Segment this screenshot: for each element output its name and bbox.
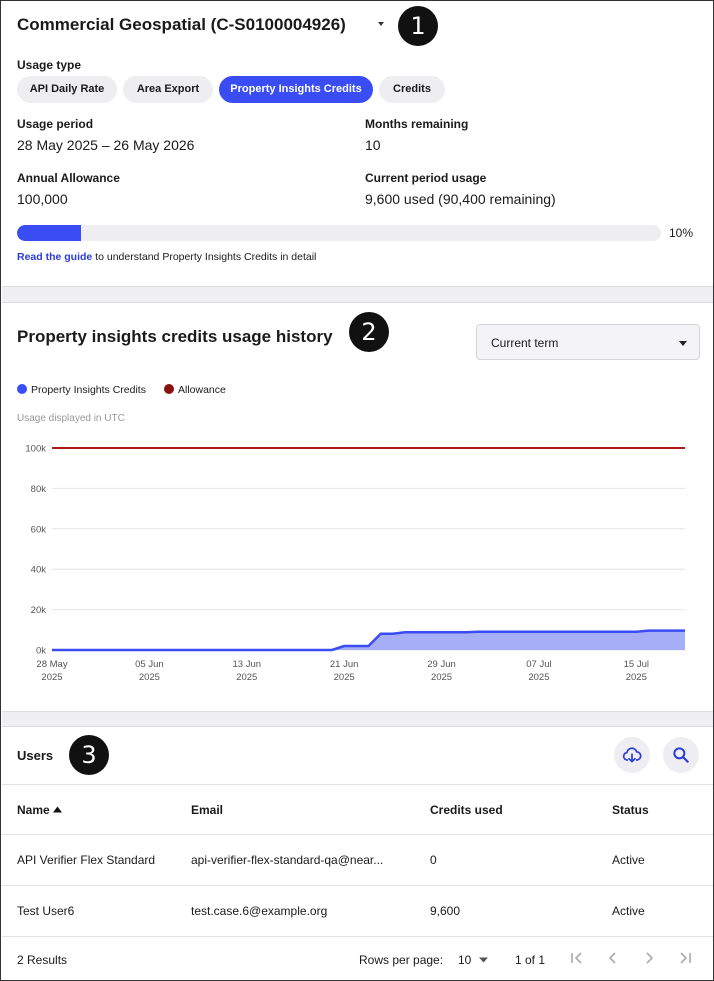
account-title[interactable]: Commercial Geospatial (C-S0100004926) xyxy=(17,15,346,35)
column-label-name: Name xyxy=(17,803,50,817)
term-select-value: Current term xyxy=(491,336,559,350)
legend-item-credits[interactable]: Property Insights Credits xyxy=(17,384,146,396)
users-table-header: Name Email Credits used Status xyxy=(2,784,713,835)
x-tick-label: 29 Jun xyxy=(427,659,456,670)
search-icon xyxy=(673,747,689,763)
x-tick-label: 13 Jun xyxy=(233,659,262,670)
user-name: API Verifier Flex Standard xyxy=(17,853,156,867)
legend-item-allowance[interactable]: Allowance xyxy=(164,384,226,396)
x-tick-label: 2025 xyxy=(528,672,549,683)
section-divider xyxy=(2,711,713,727)
usage-history-section: Property insights credits usage history … xyxy=(2,303,713,711)
usage-progress-bar xyxy=(17,225,661,241)
y-tick-label: 0k xyxy=(36,646,46,657)
search-button[interactable] xyxy=(663,737,699,773)
usage-progress-fill xyxy=(17,225,82,241)
term-select[interactable]: Current term xyxy=(476,324,700,360)
next-page-icon[interactable] xyxy=(642,951,656,965)
legend-dot-credits xyxy=(17,384,27,394)
x-tick-label: 2025 xyxy=(626,672,647,683)
guide-text: Read the guide to understand Property In… xyxy=(17,251,316,263)
step-badge-1: 1 xyxy=(398,6,438,46)
step-badge-2: 2 xyxy=(349,312,389,352)
usage-summary-section: Commercial Geospatial (C-S0100004926) 1 … xyxy=(2,2,713,286)
x-tick-label: 05 Jun xyxy=(135,659,164,670)
usage-progress-percent: 10% xyxy=(669,226,694,240)
chip-credits[interactable]: Credits xyxy=(379,76,445,103)
y-tick-label: 100k xyxy=(25,444,46,455)
sort-ascending-icon xyxy=(53,806,63,813)
column-header-email[interactable]: Email xyxy=(191,803,223,817)
legend-label-credits: Property Insights Credits xyxy=(31,384,146,396)
usage-type-label: Usage type xyxy=(17,58,82,72)
user-email: api-verifier-flex-standard-qa@near... xyxy=(191,853,384,867)
chip-api-daily-rate[interactable]: API Daily Rate xyxy=(17,76,117,103)
cloud-download-icon xyxy=(622,747,642,763)
annual-allowance-label: Annual Allowance xyxy=(17,171,120,185)
section-divider xyxy=(2,286,713,303)
x-tick-label: 2025 xyxy=(41,672,62,683)
column-header-name[interactable]: Name xyxy=(17,803,63,817)
x-tick-label: 2025 xyxy=(334,672,355,683)
chevron-down-icon xyxy=(679,341,687,346)
account-dropdown-caret-icon[interactable] xyxy=(378,22,384,26)
legend-label-allowance: Allowance xyxy=(178,384,226,396)
rows-per-page-select[interactable]: 10 xyxy=(458,953,488,967)
user-credits: 0 xyxy=(430,853,437,867)
guide-description: to understand Property Insights Credits … xyxy=(92,251,317,263)
page-info: 1 of 1 xyxy=(515,953,546,967)
column-header-status[interactable]: Status xyxy=(612,803,649,817)
months-remaining-value: 10 xyxy=(365,137,381,153)
legend-dot-allowance xyxy=(164,384,174,394)
y-tick-label: 20k xyxy=(31,605,47,616)
current-usage-label: Current period usage xyxy=(365,171,487,185)
x-tick-label: 2025 xyxy=(236,672,257,683)
y-tick-label: 60k xyxy=(31,524,47,535)
first-page-icon[interactable] xyxy=(570,951,584,965)
page-frame: Commercial Geospatial (C-S0100004926) 1 … xyxy=(0,0,714,981)
previous-page-icon[interactable] xyxy=(606,951,620,965)
usage-period-label: Usage period xyxy=(17,117,94,131)
x-tick-label: 15 Jul xyxy=(624,659,649,670)
chip-area-export[interactable]: Area Export xyxy=(123,76,213,103)
months-remaining-label: Months remaining xyxy=(365,117,469,131)
x-tick-label: 2025 xyxy=(139,672,160,683)
users-title: Users xyxy=(17,748,54,763)
chevron-down-icon xyxy=(478,957,488,963)
x-tick-label: 21 Jun xyxy=(330,659,359,670)
user-status: Active xyxy=(612,853,645,867)
y-tick-label: 80k xyxy=(31,484,47,495)
user-name: Test User6 xyxy=(17,904,75,918)
x-tick-label: 28 May xyxy=(36,659,67,670)
read-guide-link[interactable]: Read the guide xyxy=(17,251,92,263)
column-header-credits[interactable]: Credits used xyxy=(430,803,503,817)
utc-note: Usage displayed in UTC xyxy=(17,413,125,424)
step-badge-3: 3 xyxy=(69,735,109,775)
download-button[interactable] xyxy=(614,737,650,773)
annual-allowance-value: 100,000 xyxy=(17,191,68,207)
current-usage-value: 9,600 used (90,400 remaining) xyxy=(365,191,556,207)
rows-per-page-label: Rows per page: xyxy=(359,953,444,967)
last-page-icon[interactable] xyxy=(678,951,692,965)
usage-history-title: Property insights credits usage history xyxy=(17,327,333,346)
chip-property-insights-credits[interactable]: Property Insights Credits xyxy=(219,76,373,103)
y-tick-label: 40k xyxy=(31,565,47,576)
rows-per-page-value: 10 xyxy=(458,953,472,967)
user-status: Active xyxy=(612,904,645,918)
user-credits: 9,600 xyxy=(430,904,461,918)
usage-period-value: 28 May 2025 – 26 May 2026 xyxy=(17,137,195,153)
table-row[interactable]: API Verifier Flex Standard api-verifier-… xyxy=(2,835,713,886)
results-count: 2 Results xyxy=(17,953,68,967)
table-row[interactable]: Test User6 test.case.6@example.org 9,600… xyxy=(2,886,713,937)
user-email: test.case.6@example.org xyxy=(191,904,328,918)
users-section: Users 3 Name Email Credits used Status A… xyxy=(2,727,713,980)
x-tick-label: 2025 xyxy=(431,672,452,683)
usage-history-chart: 100k 80k 60k 40k 20k 0k 28 May 2025 05 Jun 2025 13… xyxy=(25,444,685,683)
x-tick-label: 07 Jul xyxy=(526,659,551,670)
